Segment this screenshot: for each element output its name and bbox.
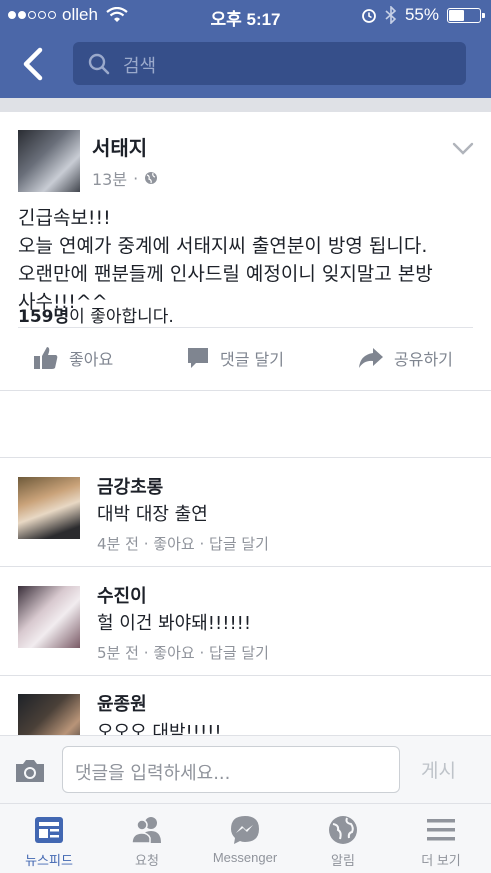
like-button[interactable]: 좋아요 xyxy=(33,346,113,370)
bluetooth-icon xyxy=(385,6,397,24)
comment-time: 4분 전 xyxy=(97,535,139,553)
post-actions: 좋아요 댓글 달기 공유하기 xyxy=(0,334,491,382)
comment-meta: 5분 전 · 좋아요 · 답글 달기 xyxy=(97,642,269,663)
meta-separator: · xyxy=(199,644,205,662)
status-bar: olleh 오후 5:17 55% xyxy=(0,0,491,30)
navigation-bar: 검색 xyxy=(0,30,491,98)
commenter-name[interactable]: 윤종원 xyxy=(97,690,147,716)
news-feed-icon xyxy=(35,817,63,843)
battery-percent: 55% xyxy=(404,5,439,24)
commenter-avatar[interactable] xyxy=(18,586,80,648)
thumbs-up-icon xyxy=(34,347,58,369)
friend-requests-icon xyxy=(131,817,161,844)
post-timestamp[interactable]: 13분 xyxy=(92,166,127,190)
tab-label: 뉴스피드 xyxy=(25,853,73,868)
like-label: 좋아요 xyxy=(69,350,114,369)
tab-label: 더 보기 xyxy=(421,853,461,868)
comment-like-link[interactable]: 좋아요 xyxy=(153,535,194,553)
section-divider xyxy=(0,390,491,391)
comment-reply-link[interactable]: 답글 달기 xyxy=(209,535,269,553)
comment-bubble-icon xyxy=(188,348,208,368)
tab-notifications[interactable]: 알림 xyxy=(294,804,392,873)
comment-label: 댓글 달기 xyxy=(220,350,284,369)
likes-suffix: 이 좋아합니다. xyxy=(69,307,174,327)
likes-count: 159명 xyxy=(18,307,70,327)
comment-divider xyxy=(0,566,491,567)
commenter-avatar[interactable] xyxy=(18,477,80,539)
commenter-avatar[interactable] xyxy=(18,694,80,735)
divider xyxy=(18,327,473,328)
tab-more[interactable]: 더 보기 xyxy=(392,804,490,873)
menu-icon xyxy=(427,819,455,841)
feed-separator xyxy=(0,98,491,112)
camera-icon[interactable] xyxy=(14,758,46,784)
post-meta: 13분 · xyxy=(92,166,158,190)
meta-separator: · xyxy=(143,644,149,662)
tab-bar: 뉴스피드 요청 Messenger 알림 더 보기 xyxy=(0,803,491,873)
alarm-icon xyxy=(362,9,376,23)
comment-text: 대박 대장 출연 xyxy=(97,504,208,525)
comment-input-placeholder: 댓글을 입력하세요... xyxy=(75,763,231,784)
comment-meta: 4분 전 · 좋아요 · 답글 달기 xyxy=(97,533,269,554)
chevron-down-icon[interactable] xyxy=(452,142,474,156)
notifications-globe-icon xyxy=(329,816,357,844)
share-arrow-icon xyxy=(359,348,383,368)
public-globe-icon xyxy=(145,172,158,184)
search-icon xyxy=(88,53,110,75)
meta-separator: · xyxy=(199,535,205,553)
post-comment-button[interactable]: 게시 xyxy=(421,756,456,783)
messenger-icon xyxy=(231,816,259,844)
meta-separator: · xyxy=(143,535,149,553)
section-divider xyxy=(0,457,491,458)
commenter-name[interactable]: 금강초롱 xyxy=(97,473,163,499)
comment-text: 헐 이건 봐야돼!!!!!! xyxy=(97,613,252,634)
comment-time: 5분 전 xyxy=(97,644,139,662)
share-label: 공유하기 xyxy=(394,350,453,369)
post-author-name[interactable]: 서태지 xyxy=(92,132,147,161)
tab-label: Messenger xyxy=(212,850,278,865)
comment-input[interactable]: 댓글을 입력하세요... xyxy=(62,746,400,793)
comment-item: 윤종원 오오오 대박!!!!! xyxy=(0,675,491,735)
comment-button[interactable]: 댓글 달기 xyxy=(186,346,284,370)
search-placeholder: 검색 xyxy=(123,56,157,77)
tab-requests[interactable]: 요청 xyxy=(98,804,196,873)
comment-text: 오오오 대박!!!!! xyxy=(97,722,222,735)
comment-reply-link[interactable]: 답글 달기 xyxy=(209,644,269,662)
author-avatar[interactable] xyxy=(18,130,80,192)
status-right: 55% xyxy=(361,5,485,25)
search-bar[interactable]: 검색 xyxy=(73,42,466,85)
share-button[interactable]: 공유하기 xyxy=(358,346,453,370)
comment-like-link[interactable]: 좋아요 xyxy=(153,644,194,662)
meta-separator: · xyxy=(133,168,139,188)
likes-summary[interactable]: 159명이 좋아합니다. xyxy=(18,302,174,327)
comment-composer: 댓글을 입력하세요... 게시 xyxy=(0,735,491,804)
commenter-name[interactable]: 수진이 xyxy=(97,582,147,608)
post-text: 긴급속보!!! 오늘 연예가 중계에 서태지씨 출연분이 방영 됩니다. 오랜만… xyxy=(18,207,433,313)
tab-news-feed[interactable]: 뉴스피드 xyxy=(0,804,98,873)
tab-label: 요청 xyxy=(135,853,159,868)
battery-icon xyxy=(447,7,485,23)
tab-messenger[interactable]: Messenger xyxy=(196,804,294,873)
back-arrow-icon[interactable] xyxy=(16,46,50,82)
tab-label: 알림 xyxy=(331,853,355,868)
